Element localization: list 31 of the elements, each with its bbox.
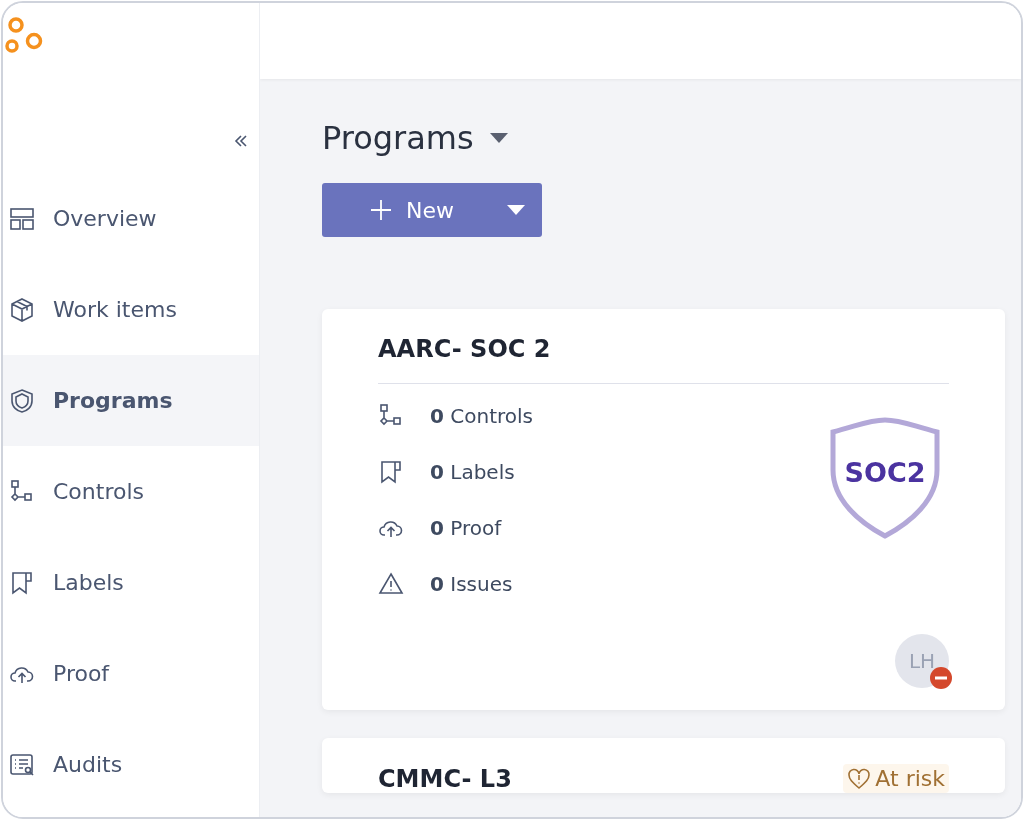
program-title: CMMC- L3 — [378, 764, 512, 793]
stat-text: 0 Proof — [430, 516, 502, 540]
new-button[interactable]: New — [322, 183, 490, 237]
heart-alert-icon — [847, 766, 872, 791]
program-card[interactable]: AARC- SOC 2 0 Controls 0 Labels 0 Proof 0 Issues SOC2 LH — [322, 309, 1005, 710]
shield-icon — [9, 387, 35, 414]
stat-text: 0 Issues — [430, 572, 513, 596]
stat-text: 0 Controls — [430, 404, 533, 428]
nav-item[interactable]: Proof — [3, 628, 259, 719]
nav-item[interactable]: Controls — [3, 446, 259, 537]
nav-item[interactable]: Overview — [3, 173, 259, 264]
collapse-icon[interactable] — [233, 133, 249, 149]
layout-icon — [9, 205, 35, 232]
bookmark-icon — [9, 569, 35, 596]
shield-badge: SOC2 — [829, 416, 941, 540]
nav-item[interactable]: Work items — [3, 264, 259, 355]
nav-item[interactable]: Audits — [3, 719, 259, 810]
bookmark-icon — [378, 459, 404, 485]
program-card[interactable]: CMMC- L3 At risk — [322, 738, 1005, 793]
status-text: At risk — [875, 766, 945, 791]
nav-item[interactable]: Labels — [3, 537, 259, 628]
list-search-icon — [9, 751, 35, 778]
caret-icon[interactable] — [489, 133, 508, 143]
program-title: AARC- SOC 2 — [378, 335, 551, 363]
stat-text: 0 Labels — [430, 460, 515, 484]
page-title: Programs — [322, 119, 474, 157]
warning-icon — [378, 571, 404, 597]
nav-item[interactable]: Programs — [3, 355, 259, 446]
plus-icon — [370, 199, 392, 221]
caret-icon — [507, 205, 525, 215]
box-icon — [9, 296, 35, 323]
